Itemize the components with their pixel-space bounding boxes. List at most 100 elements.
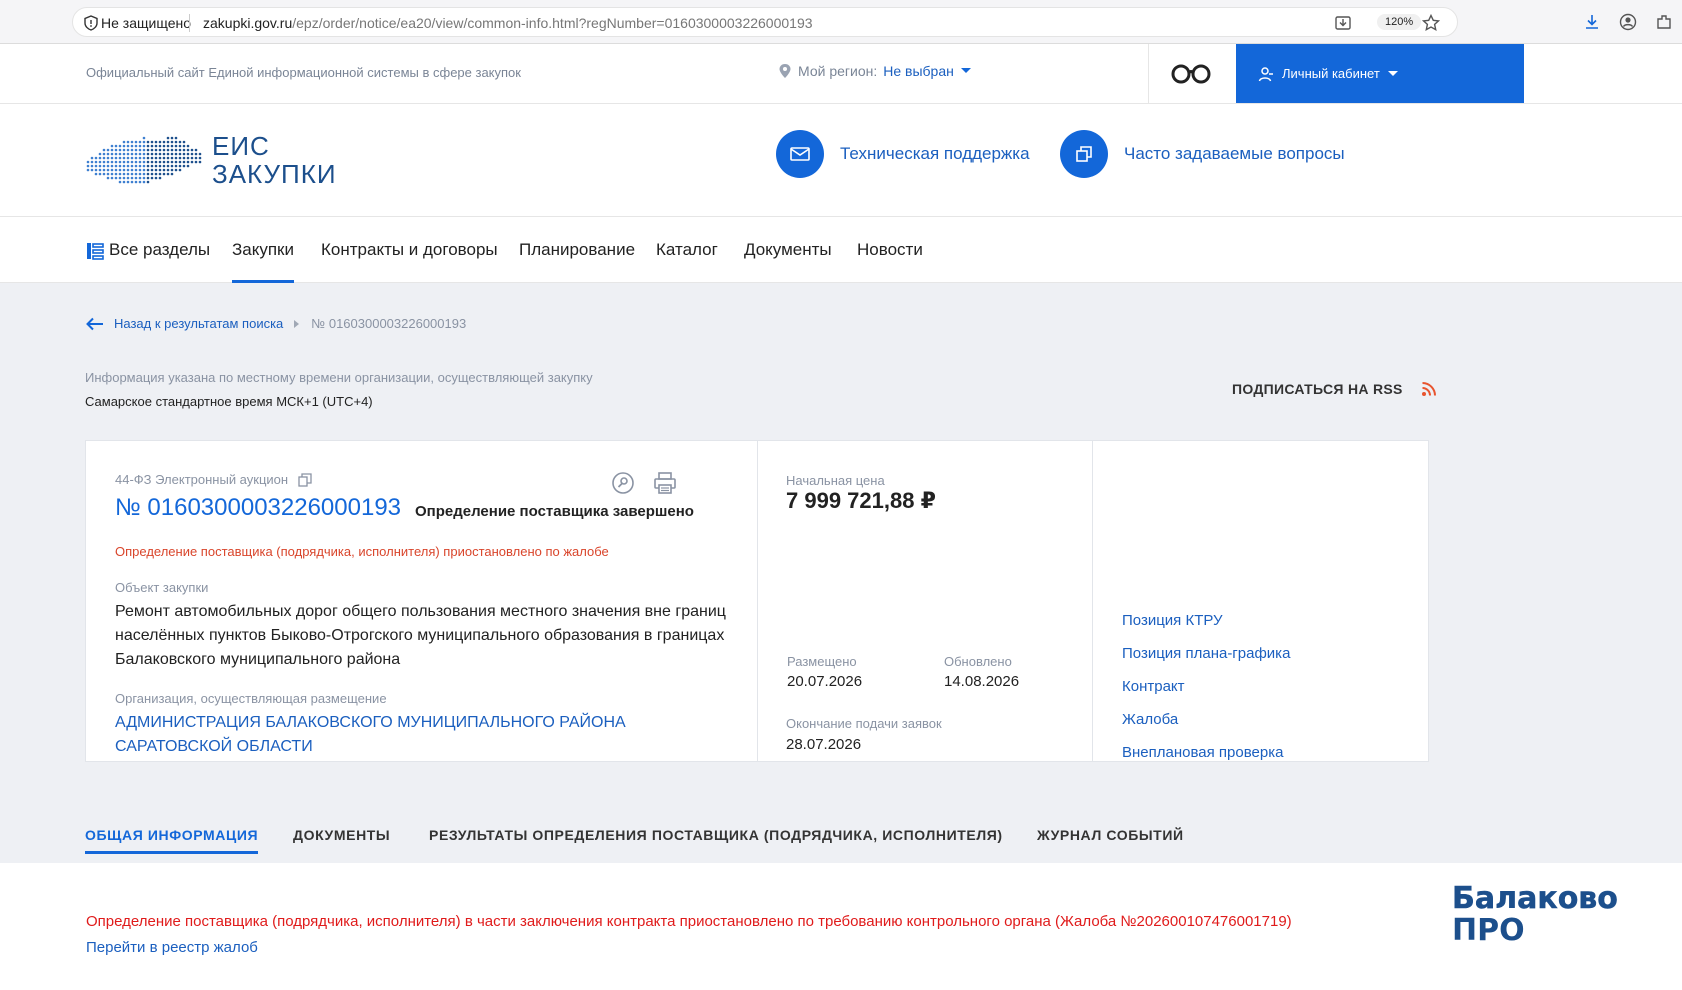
url-text[interactable]: zakupki.gov.ru/epz/order/notice/ea20/vie… bbox=[203, 15, 813, 31]
logo-dot bbox=[98, 156, 102, 160]
extensions-icon[interactable] bbox=[1654, 12, 1674, 32]
location-pin-icon bbox=[779, 64, 791, 78]
deadline-label: Окончание подачи заявок bbox=[786, 716, 942, 731]
logo-dot bbox=[158, 152, 162, 156]
url-divider bbox=[189, 14, 190, 32]
tab-supplier-results[interactable]: РЕЗУЛЬТАТЫ ОПРЕДЕЛЕНИЯ ПОСТАВЩИКА (ПОДРЯ… bbox=[429, 827, 1003, 843]
suspension-notice: Определение поставщика (подрядчика, испо… bbox=[115, 544, 609, 559]
logo-dot bbox=[142, 164, 146, 168]
complaints-registry-link[interactable]: Перейти в реестр жалоб bbox=[86, 939, 258, 956]
complaint-link[interactable]: Жалоба bbox=[1122, 711, 1178, 728]
logo-dot bbox=[110, 168, 114, 172]
save-page-icon[interactable] bbox=[1333, 13, 1353, 33]
card-divider bbox=[1092, 441, 1093, 761]
law-type: 44-ФЗ Электронный аукцион bbox=[115, 472, 312, 487]
inspection-link[interactable]: Внеплановая проверка bbox=[1122, 744, 1283, 761]
logo-dot bbox=[158, 168, 162, 172]
logo-text[interactable]: ЕИС ЗАКУПКИ bbox=[212, 132, 337, 188]
logo-dot bbox=[90, 168, 94, 172]
contract-link[interactable]: Контракт bbox=[1122, 678, 1185, 695]
plan-position-link[interactable]: Позиция плана-графика bbox=[1122, 645, 1290, 662]
org-link[interactable]: АДМИНИСТРАЦИЯ БАЛАКОВСКОГО МУНИЦИПАЛЬНОГ… bbox=[115, 711, 735, 759]
logo-dot bbox=[130, 164, 134, 168]
nav-news[interactable]: Новости bbox=[857, 240, 923, 260]
star-icon[interactable] bbox=[1421, 13, 1441, 33]
ktru-position-link[interactable]: Позиция КТРУ bbox=[1122, 612, 1223, 629]
logo-dot bbox=[142, 140, 146, 144]
faq-link-group[interactable]: Часто задаваемые вопросы bbox=[1060, 130, 1345, 178]
logo-dot bbox=[170, 168, 174, 172]
logo-dot bbox=[178, 156, 182, 160]
zoom-level[interactable]: 120% bbox=[1377, 14, 1422, 30]
logo-dot bbox=[114, 144, 118, 148]
timezone-label: Самарское стандартное время МСК+1 (UTC+4… bbox=[85, 394, 373, 409]
logo-dot bbox=[162, 144, 166, 148]
support-link-group[interactable]: Техническая поддержка bbox=[776, 130, 1030, 178]
logo-dot bbox=[102, 172, 106, 176]
logo-dot bbox=[118, 176, 122, 180]
region-value[interactable]: Не выбран bbox=[883, 63, 954, 79]
nav-contracts[interactable]: Контракты и договоры bbox=[321, 240, 498, 260]
logo-dot bbox=[162, 164, 166, 168]
nav-catalog[interactable]: Каталог bbox=[656, 240, 718, 260]
logo-dot bbox=[150, 176, 154, 180]
logo-dot bbox=[114, 160, 118, 164]
logo-dot bbox=[194, 152, 198, 156]
logo-dot bbox=[142, 156, 146, 160]
nav-purchases[interactable]: Закупки bbox=[232, 240, 294, 283]
nav-documents[interactable]: Документы bbox=[744, 240, 832, 260]
support-link[interactable]: Техническая поддержка bbox=[840, 144, 1030, 164]
region-selector[interactable]: Мой регион: Не выбран bbox=[778, 63, 972, 79]
address-bar[interactable]: Не защищено zakupki.gov.ru/epz/order/not… bbox=[72, 7, 1458, 37]
logo-dot bbox=[154, 164, 158, 168]
back-to-results-link[interactable]: Назад к результатам поиска bbox=[114, 316, 283, 331]
logo-dot bbox=[158, 148, 162, 152]
nav-planning[interactable]: Планирование bbox=[519, 240, 635, 260]
insecure-label[interactable]: Не защищено bbox=[101, 15, 191, 31]
logo-dot bbox=[134, 164, 138, 168]
logo-dot bbox=[142, 136, 146, 140]
logo-dot bbox=[170, 152, 174, 156]
logo-dot bbox=[182, 156, 186, 160]
tab-documents[interactable]: ДОКУМЕНТЫ bbox=[293, 827, 390, 843]
purchase-number[interactable]: № 0160300003226000193 bbox=[115, 494, 401, 522]
logo-dot bbox=[98, 168, 102, 172]
logo-dot bbox=[126, 172, 130, 176]
logo-dot bbox=[194, 156, 198, 160]
logo-dot bbox=[134, 176, 138, 180]
shield-icon[interactable] bbox=[83, 15, 99, 31]
logo-dot bbox=[178, 164, 182, 168]
logo-dot bbox=[150, 172, 154, 176]
arrow-left-icon[interactable] bbox=[86, 317, 104, 331]
logo-dot bbox=[178, 148, 182, 152]
nav-all-sections[interactable]: Все разделы bbox=[109, 240, 210, 260]
logo-dot bbox=[170, 164, 174, 168]
faq-link[interactable]: Часто задаваемые вопросы bbox=[1124, 144, 1345, 164]
personal-cabinet-button[interactable]: Личный кабинет bbox=[1236, 44, 1524, 103]
logo-dot bbox=[190, 160, 194, 164]
logo-dot bbox=[150, 156, 154, 160]
logo-dot bbox=[174, 152, 178, 156]
copy-icon[interactable] bbox=[298, 472, 312, 487]
account-icon[interactable] bbox=[1618, 12, 1638, 32]
logo-dot bbox=[102, 164, 106, 168]
rss-subscribe-button[interactable]: ПОДПИСАТЬСЯ НА RSS bbox=[1232, 381, 1437, 397]
logo-dot bbox=[154, 160, 158, 164]
logo-dot bbox=[150, 144, 154, 148]
logo-dot bbox=[182, 144, 186, 148]
all-sections-icon[interactable] bbox=[86, 242, 104, 260]
tab-general-info[interactable]: ОБЩАЯ ИНФОРМАЦИЯ bbox=[85, 827, 259, 854]
glasses-icon[interactable] bbox=[1170, 62, 1212, 86]
logo-dot bbox=[158, 176, 162, 180]
print-icon[interactable] bbox=[653, 471, 677, 495]
tab-event-log[interactable]: ЖУРНАЛ СОБЫТИЙ bbox=[1037, 827, 1184, 843]
search-circle-icon[interactable] bbox=[611, 471, 635, 495]
logo-dot bbox=[174, 140, 178, 144]
download-icon[interactable] bbox=[1582, 12, 1602, 32]
logo-dot bbox=[142, 148, 146, 152]
russia-map-logo-icon[interactable] bbox=[86, 130, 204, 192]
logo-dot bbox=[178, 144, 182, 148]
logo-dot bbox=[166, 152, 170, 156]
chevron-down-icon[interactable] bbox=[960, 67, 972, 75]
chevron-right-icon bbox=[294, 319, 300, 328]
